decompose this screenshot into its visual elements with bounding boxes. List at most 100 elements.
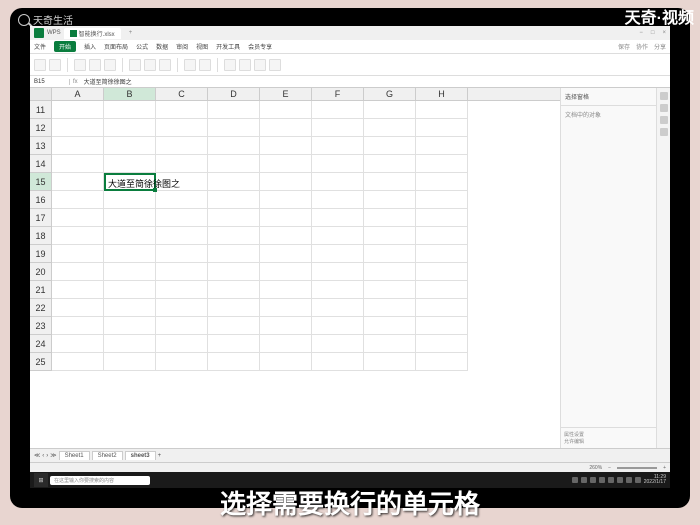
nav-last-icon[interactable]: ≫	[50, 452, 56, 459]
row-head-21[interactable]: 21	[30, 281, 52, 299]
tray-icon[interactable]	[572, 477, 578, 483]
menu-collab[interactable]: 会员专享	[248, 42, 272, 51]
side-icon-bar	[656, 88, 670, 448]
row-head-25[interactable]: 25	[30, 353, 52, 371]
menu-start[interactable]: 开始	[54, 41, 76, 52]
merge-icon[interactable]	[184, 59, 196, 71]
row-head-13[interactable]: 13	[30, 137, 52, 155]
col-head-g[interactable]: G	[364, 88, 416, 100]
zoom-out-icon[interactable]: −	[608, 465, 611, 471]
screen: WPS 智能换行.xlsx + − □ × 文件 开始 插入 页面布局 公式 数…	[30, 26, 670, 488]
find-icon[interactable]	[269, 59, 281, 71]
zoom-in-icon[interactable]: +	[663, 465, 666, 471]
side-icon-4[interactable]	[660, 128, 668, 136]
zoom-level[interactable]: 260%	[589, 465, 602, 471]
color-icon[interactable]	[104, 59, 116, 71]
tray-icon[interactable]	[608, 477, 614, 483]
sort-icon[interactable]	[239, 59, 251, 71]
fx-icon[interactable]: fx	[70, 79, 81, 85]
cut-icon[interactable]	[49, 59, 61, 71]
column-headers: A B C D E F G H	[30, 88, 560, 101]
row-head-14[interactable]: 14	[30, 155, 52, 173]
minimize-button[interactable]: −	[639, 30, 643, 36]
row-head-16[interactable]: 16	[30, 191, 52, 209]
col-head-e[interactable]: E	[260, 88, 312, 100]
cell-b15[interactable]: 大道至简徐徐图之	[104, 173, 156, 191]
tray-icon[interactable]	[599, 477, 605, 483]
row-head-17[interactable]: 17	[30, 209, 52, 227]
nav-prev-icon[interactable]: ‹	[42, 453, 44, 459]
tray-icon[interactable]	[617, 477, 623, 483]
menu-view[interactable]: 视图	[196, 42, 208, 51]
maximize-button[interactable]: □	[651, 30, 655, 36]
align-left-icon[interactable]	[129, 59, 141, 71]
formula-input[interactable]: 大道至简徐徐图之	[81, 77, 670, 86]
menu-share[interactable]: 分享	[654, 42, 666, 51]
taskbar-clock[interactable]: 11:29 2022/1/17	[644, 475, 666, 485]
status-bar: 260% − +	[30, 462, 670, 472]
watermark-top-left: 天奇生活	[18, 12, 73, 27]
side-icon-2[interactable]	[660, 104, 668, 112]
row-head-18[interactable]: 18	[30, 227, 52, 245]
cell-reference-box[interactable]: B15	[30, 79, 70, 85]
filter-icon[interactable]	[254, 59, 266, 71]
row-head-15[interactable]: 15	[30, 173, 52, 191]
zoom-slider[interactable]	[617, 467, 657, 469]
sheet-tab-3[interactable]: sheet3	[125, 451, 156, 460]
row-head-12[interactable]: 12	[30, 119, 52, 137]
nav-next-icon[interactable]: ›	[46, 453, 48, 459]
bold-icon[interactable]	[89, 59, 101, 71]
format-icon[interactable]	[199, 59, 211, 71]
start-button[interactable]: ⊞	[34, 473, 48, 487]
watermark-top-right: 天奇·视频	[625, 4, 694, 28]
new-tab-button[interactable]: +	[129, 30, 133, 36]
tray-icon[interactable]	[590, 477, 596, 483]
sheet-area: A B C D E F G H 11 12 13 14 15 16 17 18	[30, 88, 560, 448]
menu-pagelayout[interactable]: 页面布局	[104, 42, 128, 51]
cell-grid[interactable]: 大道至简徐徐图之	[52, 101, 560, 371]
wrap-text-icon[interactable]	[159, 59, 171, 71]
menu-file[interactable]: 文件	[34, 42, 46, 51]
side-icon-3[interactable]	[660, 116, 668, 124]
document-tab[interactable]: 智能换行.xlsx	[64, 28, 121, 39]
row-head-24[interactable]: 24	[30, 335, 52, 353]
select-all-corner[interactable]	[30, 88, 52, 100]
row-headers: 11 12 13 14 15 16 17 18 19 20 21 22 23 2…	[30, 101, 52, 371]
paste-icon[interactable]	[34, 59, 46, 71]
col-head-c[interactable]: C	[156, 88, 208, 100]
doc-name: 智能换行.xlsx	[79, 29, 115, 38]
sheet-tab-2[interactable]: Sheet2	[92, 451, 123, 460]
menu-review[interactable]: 审阅	[176, 42, 188, 51]
menu-insert[interactable]: 插入	[84, 42, 96, 51]
menu-dev[interactable]: 开发工具	[216, 42, 240, 51]
row-head-20[interactable]: 20	[30, 263, 52, 281]
side-icon-1[interactable]	[660, 92, 668, 100]
col-head-h[interactable]: H	[416, 88, 468, 100]
workspace: A B C D E F G H 11 12 13 14 15 16 17 18	[30, 88, 670, 448]
tray-icon[interactable]	[635, 477, 641, 483]
nav-first-icon[interactable]: ≪	[34, 452, 40, 459]
row-head-11[interactable]: 11	[30, 101, 52, 119]
col-head-d[interactable]: D	[208, 88, 260, 100]
wps-icon[interactable]	[34, 28, 44, 38]
row-head-23[interactable]: 23	[30, 317, 52, 335]
menu-formula[interactable]: 公式	[136, 42, 148, 51]
close-button[interactable]: ×	[662, 30, 666, 36]
sidepanel-foot-opt[interactable]: 允许编辑	[564, 438, 653, 445]
add-sheet-button[interactable]: +	[158, 453, 162, 459]
menu-save[interactable]: 保存	[618, 42, 630, 51]
tray-icon[interactable]	[626, 477, 632, 483]
row-head-22[interactable]: 22	[30, 299, 52, 317]
col-head-a[interactable]: A	[52, 88, 104, 100]
sheet-tab-1[interactable]: Sheet1	[59, 451, 90, 460]
col-head-f[interactable]: F	[312, 88, 364, 100]
sum-icon[interactable]	[224, 59, 236, 71]
taskbar-search[interactable]: 在这里输入你要搜索的内容	[50, 476, 150, 485]
menu-data[interactable]: 数据	[156, 42, 168, 51]
tray-icon[interactable]	[581, 477, 587, 483]
align-center-icon[interactable]	[144, 59, 156, 71]
col-head-b[interactable]: B	[104, 88, 156, 100]
menu-collab-btn[interactable]: 协作	[636, 42, 648, 51]
row-head-19[interactable]: 19	[30, 245, 52, 263]
font-icon[interactable]	[74, 59, 86, 71]
